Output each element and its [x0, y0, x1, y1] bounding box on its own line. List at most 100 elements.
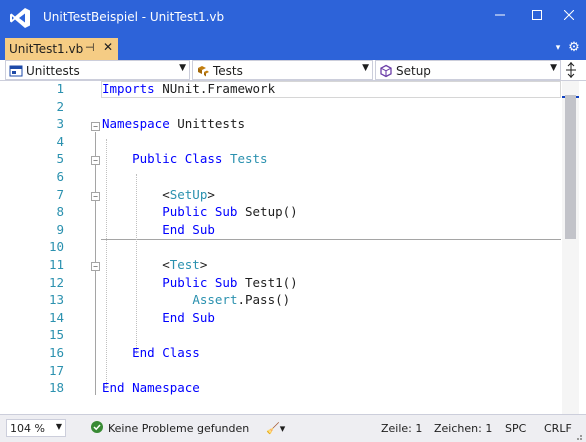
keyword-token: Imports: [102, 81, 155, 96]
zoom-dropdown[interactable]: 104 % ▼: [6, 419, 66, 437]
line-number: 18: [48, 380, 64, 396]
text-token: NUnit.Framework: [154, 81, 276, 96]
line-number: 8: [56, 204, 64, 220]
text-token: Unittests: [169, 116, 245, 132]
code-line[interactable]: <SetUp>: [102, 187, 215, 202]
type-dropdown[interactable]: Tests ▼: [192, 60, 373, 80]
char-indicator[interactable]: Zeichen: 1: [434, 422, 492, 435]
line-number: 13: [48, 292, 64, 308]
minimize-button[interactable]: [489, 4, 511, 26]
text-token: Setup(): [237, 204, 298, 220]
keyword-token: End Sub: [102, 221, 215, 237]
collapse-class-icon[interactable]: −: [91, 156, 100, 165]
collapse-test1-icon[interactable]: −: [91, 262, 100, 271]
tab-label: UnitTest1.vb: [9, 42, 84, 56]
code-line[interactable]: End Namespace: [102, 380, 200, 395]
minimize-icon: [495, 14, 505, 16]
line-number: 3: [56, 116, 64, 132]
close-icon: [564, 10, 574, 20]
line-ending-indicator[interactable]: CRLF: [544, 422, 572, 435]
zoom-level: 104 %: [10, 422, 45, 435]
scrollbar-thumb[interactable]: [565, 95, 576, 239]
chevron-down-icon: ▼: [55, 422, 62, 431]
code-line[interactable]: <Test>: [102, 257, 207, 272]
text-token: Test1(): [237, 274, 298, 290]
method-icon: [380, 64, 392, 78]
code-line[interactable]: Public Class Tests: [102, 151, 268, 166]
line-number: 12: [48, 274, 64, 290]
code-editor[interactable]: − − − − 1 2 3 4 5 6 7 8 9 10 11 12 13 14 15 16 17 18 Impo…: [0, 81, 586, 414]
code-line[interactable]: Public Sub Test1(): [102, 274, 298, 290]
line-number: 14: [48, 309, 64, 325]
code-line[interactable]: End Class: [102, 345, 200, 360]
close-tab-icon[interactable]: ✕: [103, 40, 113, 54]
line-number: 9: [56, 221, 64, 237]
line-number: 1: [56, 81, 64, 96]
line-number: 11: [48, 257, 64, 272]
check-circle-icon: [91, 421, 103, 433]
collapse-setup-icon[interactable]: −: [91, 192, 100, 201]
resize-grip-icon[interactable]: [573, 431, 583, 441]
vertical-scrollbar[interactable]: [562, 81, 579, 414]
code-line[interactable]: Namespace Unittests: [102, 116, 245, 131]
line-indicator[interactable]: Zeile: 1: [381, 422, 422, 435]
line-number: 6: [56, 169, 64, 184]
type-token: Test: [169, 257, 200, 272]
status-bar: 104 % ▼ Keine Probleme gefunden 🧹▾ Zeile…: [0, 414, 586, 442]
class-icon: [198, 66, 209, 77]
method-separator: [101, 239, 561, 240]
keyword-token: End Class: [102, 345, 200, 360]
text-token: <: [102, 186, 170, 202]
problems-status[interactable]: Keine Probleme gefunden: [108, 422, 249, 435]
keyword-token: Public Sub: [102, 274, 238, 290]
pin-icon[interactable]: ⊣: [85, 41, 95, 54]
gear-icon[interactable]: ⚙: [567, 40, 581, 56]
text-token: <: [102, 257, 170, 272]
vb-project-icon: [9, 65, 23, 77]
keyword-token: Public Sub: [102, 204, 238, 220]
type-token: Tests: [229, 151, 268, 167]
chevron-down-icon: ▼: [362, 63, 369, 73]
member-dropdown[interactable]: Setup ▼: [375, 60, 561, 80]
project-dropdown[interactable]: Unittests ▼: [5, 60, 190, 80]
line-number: 7: [56, 186, 64, 202]
title-bar: UnitTestBeispiel - UnitTest1.vb: [0, 0, 586, 36]
navigation-bar: Unittests ▼ Tests ▼ Setup ▼: [0, 60, 586, 81]
maximize-icon: [532, 10, 542, 20]
whitespace-indicator[interactable]: SPC: [505, 422, 526, 435]
tab-list-dropdown-icon[interactable]: ▾: [551, 41, 565, 55]
line-number: 17: [48, 362, 64, 378]
visual-studio-logo-icon: [10, 8, 30, 28]
code-line[interactable]: End Sub: [102, 222, 215, 237]
code-line[interactable]: Assert.Pass(): [102, 292, 290, 307]
type-token: SetUp: [169, 186, 208, 202]
document-tab-strip: UnitTest1.vb ⊣ ✕ ▾ ⚙: [0, 36, 586, 60]
text-token: >: [207, 186, 215, 202]
chevron-down-icon: ▼: [550, 63, 557, 73]
member-label: Setup: [396, 64, 431, 78]
tab-unittest1[interactable]: UnitTest1.vb ⊣ ✕: [5, 38, 118, 60]
keyword-token: End Sub: [102, 309, 215, 325]
type-label: Tests: [213, 64, 243, 78]
code-line[interactable]: End Sub: [102, 310, 215, 325]
line-number: 2: [56, 98, 64, 114]
close-window-button[interactable]: [558, 4, 580, 26]
window-title: UnitTestBeispiel - UnitTest1.vb: [43, 10, 225, 24]
maximize-button[interactable]: [526, 4, 548, 26]
code-cleanup-icon[interactable]: 🧹▾: [266, 422, 285, 435]
collapse-namespace-icon[interactable]: −: [91, 122, 100, 131]
code-line[interactable]: Public Sub Setup(): [102, 204, 298, 220]
line-number: 16: [48, 345, 64, 360]
line-number: 5: [56, 151, 64, 167]
keyword-token: Namespace: [102, 116, 170, 132]
split-editor-icon[interactable]: [563, 61, 579, 79]
text-token: .Pass(): [237, 292, 291, 308]
project-label: Unittests: [26, 64, 80, 78]
line-number: 15: [48, 327, 64, 343]
code-line[interactable]: Imports NUnit.Framework: [102, 81, 275, 96]
line-number: 4: [56, 133, 64, 149]
type-token: Assert: [192, 292, 238, 308]
keyword-token: Public Class: [102, 151, 223, 167]
